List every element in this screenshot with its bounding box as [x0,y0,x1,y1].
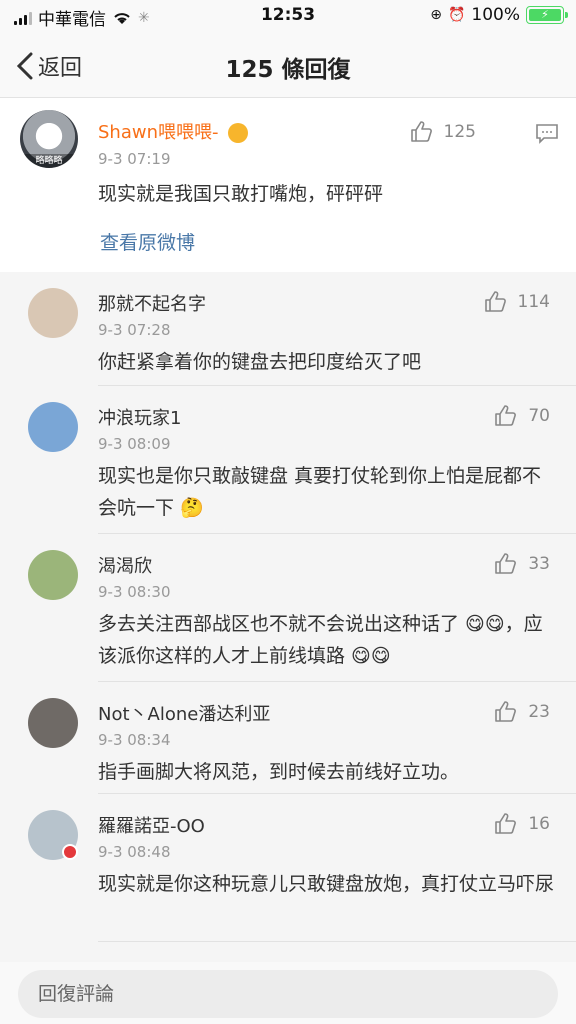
status-bar: 中華電信 ✳ 12:53 ⊕ ⏰ 100% ⚡ [0,0,576,32]
rotation-lock-icon: ⊕ [430,7,442,23]
main-comment: 略略略 Shawn喂喂喂- 9-3 07:19 现实就是我国只敢打嘴炮，砰砰砰 … [0,98,576,272]
comment-icon [536,124,558,144]
thumbs-up-icon [495,701,517,722]
thumbs-up-icon [495,813,517,834]
main-comment-text: 现实就是我国只敢打嘴炮，砰砰砰 [98,183,384,205]
crown-badge-icon [228,123,249,143]
reply-like-button[interactable]: 114 [484,290,550,314]
reply-text: 现实就是你这种玩意儿只敢键盘放炮，真打仗立马吓尿 [98,873,555,895]
avatar-tag: 略略略 [20,154,78,168]
reply-username[interactable]: 羅羅諾亞-OO [98,812,205,838]
thumbs-up-icon [495,553,517,574]
like-count: 16 [528,814,550,834]
list-item: 冲浪玩家1 9-3 08:09 现实也是你只敢敲键盘 真要打仗轮到你上怕是屁都不… [0,386,576,534]
reply-time: 9-3 08:48 [98,843,171,861]
status-right: ⊕ ⏰ 100% ⚡ [430,5,568,25]
thumbs-up-icon [495,405,517,426]
username-text: Shawn喂喂喂- [98,122,219,143]
reply-time: 9-3 08:30 [98,583,171,601]
list-item: Not丶Alone潘达利亚 9-3 08:34 指手画脚大将风范，到时候去前线好… [0,682,576,794]
view-original-link[interactable]: 查看原微博 [100,228,195,255]
battery-icon: ⚡ [526,6,568,24]
reply-like-button[interactable]: 70 [494,404,550,428]
reply-list: 那就不起名字 9-3 07:28 你赶紧拿着你的键盘去把印度给灭了吧 114 冲… [0,272,576,962]
like-count: 114 [517,292,550,312]
reply-username[interactable]: Not丶Alone潘达利亚 [98,700,270,726]
like-count: 70 [528,406,550,426]
avatar[interactable] [28,288,78,338]
like-count: 33 [528,554,550,574]
reply-username[interactable]: 渴渴欣 [98,552,152,578]
reply-text: 现实也是你只敢敲键盘 真要打仗轮到你上怕是屁都不会吭一下 🤔 [98,465,542,519]
reply-like-button[interactable]: 23 [494,700,550,724]
thumbs-up-icon [484,291,506,312]
reply-text: 指手画脚大将风范，到时候去前线好立功。 [98,761,460,783]
main-comment-time: 9-3 07:19 [98,150,171,168]
list-item: 那就不起名字 9-3 07:28 你赶紧拿着你的键盘去把印度给灭了吧 114 [0,272,576,386]
avatar[interactable] [28,550,78,600]
like-count: 23 [528,702,550,722]
divider [98,941,576,942]
reply-text: 多去关注西部战区也不就不会说出这种话了 😋😋，应该派你这样的人才上前线填路 😋😋 [98,613,543,667]
main-like-button[interactable]: 125 [410,120,476,144]
reply-input[interactable]: 回復評論 [18,970,558,1018]
avatar[interactable] [28,402,78,452]
alarm-icon: ⏰ [447,7,466,23]
reply-text: 你赶紧拿着你的键盘去把印度给灭了吧 [98,351,422,373]
reply-input-bar: 回復評論 [0,962,576,1024]
thumbs-up-icon [410,121,432,142]
battery-percent: 100% [471,5,520,25]
page-title: 125 條回復 [225,57,351,83]
reply-time: 9-3 07:28 [98,321,171,339]
reply-time: 9-3 08:34 [98,731,171,749]
main-comment-username[interactable]: Shawn喂喂喂- [98,118,249,144]
avatar[interactable] [28,698,78,748]
nav-bar: 返回 125 條回復 [0,32,576,98]
like-count: 125 [443,122,476,142]
reply-username[interactable]: 那就不起名字 [98,290,206,316]
reply-like-button[interactable]: 33 [494,552,550,576]
reply-comment-button[interactable] [536,124,558,148]
reply-like-button[interactable]: 16 [494,812,550,836]
verified-badge-icon [62,844,78,860]
list-item: 渴渴欣 9-3 08:30 多去关注西部战区也不就不会说出这种话了 😋😋，应该派… [0,534,576,682]
avatar[interactable]: 略略略 [20,110,78,168]
reply-username[interactable]: 冲浪玩家1 [98,404,181,430]
list-item: 羅羅諾亞-OO 9-3 08:48 现实就是你这种玩意儿只敢键盘放炮，真打仗立马… [0,794,576,942]
reply-time: 9-3 08:09 [98,435,171,453]
